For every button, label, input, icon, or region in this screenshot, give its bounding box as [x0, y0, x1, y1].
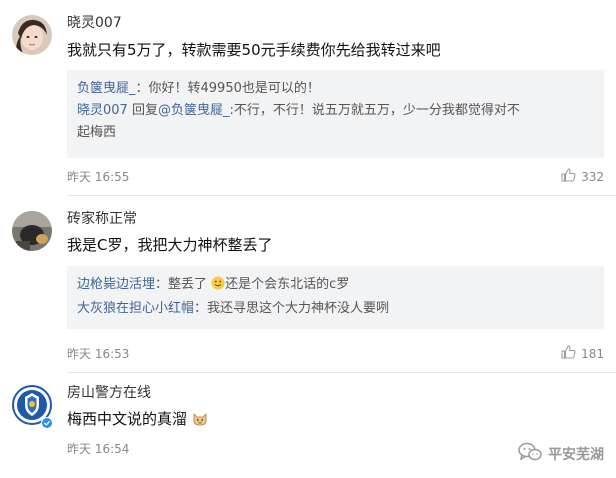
thumbs-up-icon — [561, 345, 576, 362]
reply-text: ：我还寻思这个大力神杯没人要咧 — [194, 301, 390, 316]
username[interactable]: 砖家称正常 — [67, 208, 137, 228]
like-button[interactable]: 332 — [561, 168, 604, 185]
like-count: 181 — [581, 346, 604, 361]
cat-emoji-icon — [192, 411, 208, 430]
reply-text: :不行，不行！说五万就五万，少一分我都觉得对不 — [229, 103, 520, 118]
avatar[interactable] — [12, 385, 53, 429]
reply-text-after-emoji: 还是个会东北话的c罗 — [225, 277, 350, 292]
reply-label: 回复 — [127, 103, 158, 118]
like-button[interactable]: 181 — [561, 345, 604, 362]
reply-line: 边枪毙边活埋：整丢了 还是个会东北话的c罗 — [77, 274, 594, 298]
reply-box: 负箧曳屣_：你好！转49950也是可以的！ 晓灵007 回复@负箧曳屣_:不行，… — [67, 70, 604, 158]
reply-text-continued: 起梅西 — [77, 125, 117, 140]
reply-line: 晓灵007 回复@负箧曳屣_:不行，不行！说五万就五万，少一分我都觉得对不 — [77, 100, 594, 122]
verified-badge-icon — [41, 414, 53, 433]
divider — [67, 195, 616, 196]
reply-text: ：你好！转49950也是可以的！ — [135, 81, 320, 96]
like-count: 332 — [581, 169, 604, 184]
wechat-icon — [518, 442, 542, 466]
reply-line: 大灰狼在担心小红帽：我还寻思这个大力神杯没人要咧 — [77, 298, 594, 320]
reply-username[interactable]: 晓灵007 — [77, 103, 128, 118]
avatar[interactable] — [12, 15, 52, 55]
avatar[interactable] — [12, 211, 52, 251]
watermark: 平安芜湖 — [518, 442, 604, 466]
reply-text: ：整丢了 — [155, 277, 208, 292]
smile-emoji-icon — [211, 276, 225, 298]
comment-text: 我就只有5万了，转款需要50元手续费你先给我转过来吧 — [67, 41, 441, 59]
comment-text: 我是C罗，我把大力神杯整丢了 — [67, 236, 273, 254]
username[interactable]: 晓灵007 — [67, 12, 122, 32]
timestamp: 昨天 16:55 — [67, 170, 130, 184]
username[interactable]: 房山警方在线 — [67, 382, 151, 402]
reply-username[interactable]: 负箧曳屣_ — [77, 81, 136, 96]
timestamp: 昨天 16:53 — [67, 347, 130, 361]
reply-box: 边枪毙边活埋：整丢了 还是个会东北话的c罗 大灰狼在担心小红帽：我还寻思这个大力… — [67, 266, 604, 329]
comment-text-body: 梅西中文说的真溜 — [67, 410, 188, 428]
thumbs-up-icon — [561, 168, 576, 185]
reply-username[interactable]: 边枪毙边活埋 — [77, 277, 155, 292]
reply-line: 负箧曳屣_：你好！转49950也是可以的！ — [77, 78, 594, 100]
reply-username[interactable]: 大灰狼在担心小红帽 — [77, 301, 194, 316]
watermark-text: 平安芜湖 — [548, 447, 604, 463]
timestamp: 昨天 16:54 — [67, 442, 130, 456]
reply-line: 起梅西 — [77, 122, 594, 144]
reply-mention[interactable]: @负箧曳屣_ — [158, 103, 230, 118]
comment-text: 梅西中文说的真溜 — [67, 408, 208, 430]
divider — [67, 372, 616, 373]
